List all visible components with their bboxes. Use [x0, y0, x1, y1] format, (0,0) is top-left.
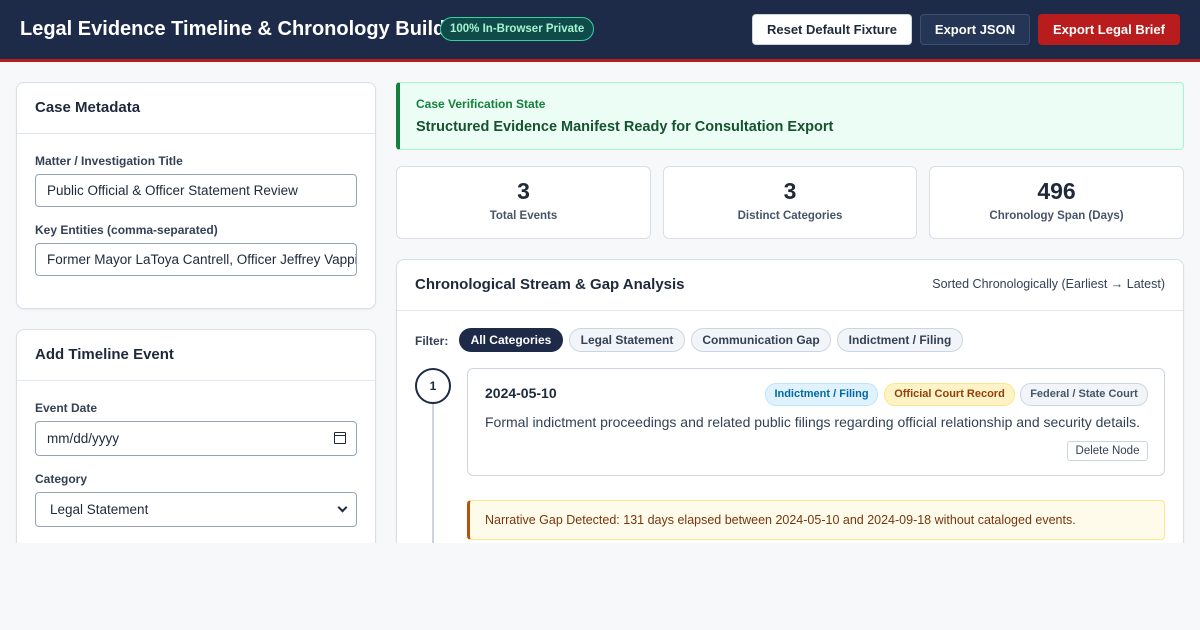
- stat-label: Total Events: [489, 210, 558, 222]
- case-verification-banner: Case Verification State Structured Evide…: [396, 82, 1184, 150]
- case-metadata-card: Case Metadata Matter / Investigation Tit…: [16, 82, 376, 309]
- export-legal-brief-button[interactable]: Export Legal Brief: [1038, 14, 1180, 45]
- key-entities-input[interactable]: Former Mayor LaToya Cantrell, Officer Je…: [35, 243, 357, 276]
- delete-node-button[interactable]: Delete Node: [1067, 441, 1148, 461]
- chevron-down-icon: [337, 502, 348, 513]
- stat-value: 3: [783, 178, 797, 204]
- key-entities-value: Former Mayor LaToya Cantrell, Officer Je…: [47, 252, 357, 267]
- verification-message: Structured Evidence Manifest Ready for C…: [416, 119, 834, 135]
- timeline-line: [432, 404, 434, 544]
- narrative-gap-notice: Narrative Gap Detected: 131 days elapsed…: [467, 500, 1165, 540]
- sort-order-label[interactable]: Sorted Chronologically (Earliest → Lates…: [932, 277, 1165, 291]
- matter-title-value: Public Official & Officer Statement Revi…: [47, 183, 298, 198]
- category-selected-value: Legal Statement: [50, 502, 149, 517]
- add-timeline-event-card: Add Timeline Event Event Date mm/dd/yyyy…: [16, 329, 376, 569]
- event-date-input[interactable]: mm/dd/yyyy: [35, 421, 357, 456]
- export-json-button[interactable]: Export JSON: [920, 14, 1030, 45]
- stat-label: Chronology Span (Days): [989, 210, 1124, 222]
- category-tag: Indictment / Filing: [765, 383, 878, 406]
- app-title: Legal Evidence Timeline & Chronology Bui…: [20, 18, 465, 40]
- chronological-stream-card: Chronological Stream & Gap Analysis Sort…: [396, 259, 1184, 579]
- calendar-icon[interactable]: [334, 432, 346, 444]
- stat-label: Distinct Categories: [737, 210, 843, 222]
- stat-distinct-categories: 3 Distinct Categories: [663, 166, 917, 239]
- privacy-badge: 100% In-Browser Private: [440, 17, 595, 41]
- verification-label: Case Verification State: [416, 97, 546, 111]
- filter-chip-indictment-filing[interactable]: Indictment / Filing: [837, 328, 963, 352]
- filter-chip-all-categories[interactable]: All Categories: [459, 328, 563, 352]
- event-description: Formal indictment proceedings and relate…: [485, 414, 1140, 430]
- add-event-heading: Add Timeline Event: [17, 330, 375, 381]
- category-label: Category: [35, 472, 88, 486]
- stat-total-events: 3 Total Events: [396, 166, 651, 239]
- event-date: 2024-05-10: [485, 385, 557, 401]
- stat-chronology-span: 496 Chronology Span (Days): [929, 166, 1184, 239]
- filter-label: Filter:: [415, 334, 449, 348]
- reset-default-fixture-button[interactable]: Reset Default Fixture: [752, 14, 912, 45]
- case-metadata-heading: Case Metadata: [17, 83, 375, 134]
- timeline-node-index: 1: [415, 368, 451, 404]
- jurisdiction-tag: Federal / State Court: [1020, 383, 1148, 406]
- event-date-label: Event Date: [35, 401, 98, 415]
- filter-chip-legal-statement[interactable]: Legal Statement: [569, 328, 685, 352]
- matter-title-label: Matter / Investigation Title: [35, 154, 183, 168]
- category-select[interactable]: Legal Statement: [35, 492, 357, 527]
- key-entities-label: Key Entities (comma-separated): [35, 223, 218, 237]
- stat-value: 496: [1037, 178, 1076, 204]
- source-tag: Official Court Record: [884, 383, 1015, 406]
- top-bar: Legal Evidence Timeline & Chronology Bui…: [0, 0, 1200, 62]
- timeline-event-card: 2024-05-10 Indictment / Filing Official …: [467, 368, 1165, 476]
- stat-value: 3: [517, 178, 530, 204]
- filter-chip-communication-gap[interactable]: Communication Gap: [691, 328, 831, 352]
- page-fold: [0, 543, 1200, 630]
- matter-title-input[interactable]: Public Official & Officer Statement Revi…: [35, 174, 357, 207]
- event-date-placeholder: mm/dd/yyyy: [47, 431, 120, 446]
